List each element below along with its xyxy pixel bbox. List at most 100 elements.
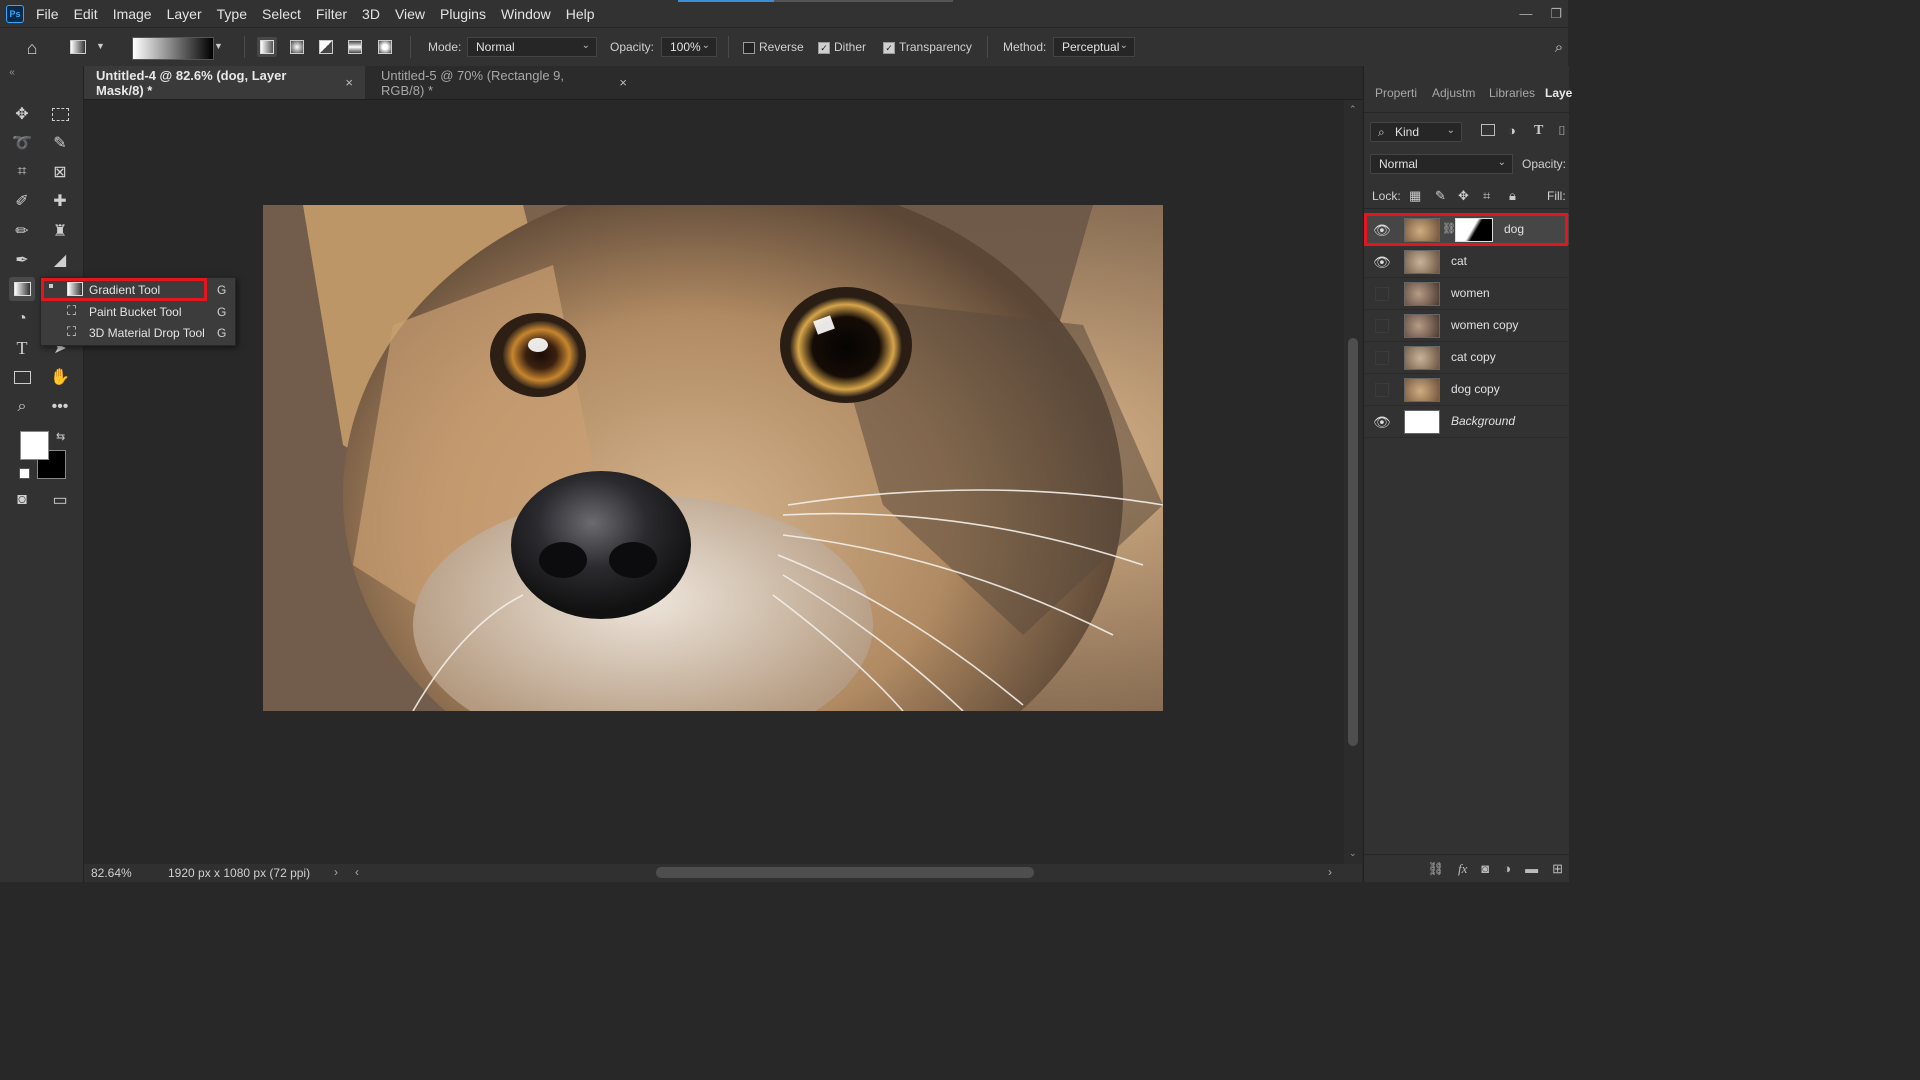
tab-untitled-5[interactable]: Untitled-5 @ 70% (Rectangle 9, RGB/8) * … bbox=[369, 66, 639, 99]
menu-3d[interactable]: 3D bbox=[362, 6, 380, 22]
visibility-toggle[interactable] bbox=[1375, 319, 1389, 333]
history-brush-icon[interactable]: ✒ bbox=[9, 248, 35, 272]
hand-tool-icon[interactable]: ✋ bbox=[47, 365, 73, 389]
menu-file[interactable]: File bbox=[36, 6, 59, 22]
scroll-right-icon[interactable]: › bbox=[1328, 865, 1332, 879]
frame-tool-icon[interactable]: ⊠ bbox=[47, 160, 73, 184]
tab-layers[interactable]: Laye bbox=[1545, 86, 1572, 100]
menu-window[interactable]: Window bbox=[501, 6, 551, 22]
filter-shape-layer-icon[interactable]: ⌷ bbox=[1558, 123, 1566, 139]
quick-selection-icon[interactable]: ✎ bbox=[47, 131, 73, 155]
home-icon[interactable]: ⌂ bbox=[20, 37, 44, 59]
kind-filter-select[interactable]: ⌕ Kind ⌄ bbox=[1370, 122, 1462, 142]
tab-adjustments[interactable]: Adjustm bbox=[1432, 86, 1475, 100]
document-image-dog[interactable] bbox=[263, 205, 1163, 711]
crop-tool-icon[interactable]: ⌗ bbox=[9, 160, 35, 184]
type-tool-icon[interactable]: T bbox=[9, 336, 35, 360]
scroll-left-icon[interactable]: ‹ bbox=[355, 865, 359, 879]
zoom-level[interactable]: 82.64% bbox=[91, 866, 132, 880]
lock-all-icon[interactable]: 🔒︎ bbox=[1509, 188, 1516, 204]
adjustment-layer-icon[interactable]: ◑ bbox=[1503, 861, 1511, 876]
reflected-gradient-icon[interactable] bbox=[345, 37, 365, 57]
visibility-toggle[interactable] bbox=[1375, 351, 1389, 365]
swap-colors-icon[interactable]: ⇆ bbox=[56, 430, 65, 443]
lasso-tool-icon[interactable]: ➰ bbox=[9, 131, 35, 155]
menu-help[interactable]: Help bbox=[566, 6, 595, 22]
default-colors-icon[interactable] bbox=[19, 468, 30, 479]
blend-mode-select[interactable]: Normal ⌄ bbox=[1370, 154, 1513, 174]
gradient-picker-chevron-down-icon[interactable]: ▼ bbox=[214, 41, 223, 51]
tool-preset-icon[interactable] bbox=[68, 38, 88, 56]
lock-position-icon[interactable]: ✥ bbox=[1458, 188, 1469, 204]
layer-row-women[interactable]: women bbox=[1365, 278, 1569, 310]
collapse-toolbar-icon[interactable]: « bbox=[2, 66, 22, 78]
layer-row-cat[interactable]: 👁︎ cat bbox=[1365, 246, 1569, 278]
new-group-icon[interactable]: ▬ bbox=[1525, 861, 1538, 876]
move-tool-icon[interactable]: ✥ bbox=[9, 102, 35, 126]
fx-icon[interactable]: fx bbox=[1458, 861, 1467, 877]
dither-checkbox[interactable]: ✓ bbox=[818, 42, 830, 54]
more-tools-icon[interactable]: ••• bbox=[47, 395, 73, 419]
lock-image-pixels-icon[interactable]: ✎ bbox=[1435, 188, 1446, 204]
radial-gradient-icon[interactable] bbox=[287, 37, 307, 57]
search-icon[interactable]: ⌕ bbox=[1550, 37, 1568, 57]
layer-row-women-copy[interactable]: women copy bbox=[1365, 310, 1569, 342]
vertical-scrollbar-thumb[interactable] bbox=[1348, 338, 1358, 746]
layer-row-background[interactable]: 👁︎ Background bbox=[1365, 406, 1569, 438]
menu-plugins[interactable]: Plugins bbox=[440, 6, 486, 22]
scroll-down-icon[interactable]: ⌄ bbox=[1349, 848, 1357, 859]
lock-transparent-pixels-icon[interactable]: ▦ bbox=[1409, 188, 1421, 204]
close-icon[interactable]: × bbox=[345, 75, 353, 90]
flyout-item-paint-bucket-tool[interactable]: ⛶ Paint Bucket Tool G bbox=[41, 301, 235, 322]
filter-adjustment-layer-icon[interactable]: ◑ bbox=[1508, 123, 1516, 138]
menu-select[interactable]: Select bbox=[262, 6, 301, 22]
minimize-icon[interactable]: — bbox=[1519, 6, 1532, 22]
layer-row-cat-copy[interactable]: cat copy bbox=[1365, 342, 1569, 374]
healing-brush-icon[interactable]: ✚ bbox=[47, 189, 73, 213]
menu-filter[interactable]: Filter bbox=[316, 6, 347, 22]
restore-icon[interactable]: ❐ bbox=[1550, 6, 1562, 22]
gradient-preview[interactable] bbox=[132, 37, 214, 60]
zoom-tool-icon[interactable]: ⌕ bbox=[9, 395, 35, 419]
horizontal-scrollbar-thumb[interactable] bbox=[656, 867, 1034, 878]
eye-visibility-icon[interactable]: 👁︎ bbox=[1373, 414, 1391, 430]
eyedropper-icon[interactable]: ✐ bbox=[9, 189, 35, 213]
eraser-icon[interactable]: ◢ bbox=[47, 248, 73, 272]
lock-artboard-icon[interactable]: ⌗ bbox=[1483, 188, 1490, 204]
quick-mask-icon[interactable]: ◙ bbox=[9, 488, 35, 512]
menu-edit[interactable]: Edit bbox=[74, 6, 98, 22]
method-select[interactable]: Perceptual ⌄ bbox=[1053, 37, 1135, 57]
layer-row-dog-copy[interactable]: dog copy bbox=[1365, 374, 1569, 406]
eye-visibility-icon[interactable]: 👁︎ bbox=[1373, 254, 1391, 270]
diamond-gradient-icon[interactable] bbox=[375, 37, 395, 57]
tab-libraries[interactable]: Libraries bbox=[1489, 86, 1535, 100]
visibility-toggle[interactable] bbox=[1375, 287, 1389, 301]
tool-preset-chevron-down-icon[interactable]: ▼ bbox=[96, 41, 105, 51]
gradient-tool-icon[interactable] bbox=[9, 277, 35, 301]
menu-layer[interactable]: Layer bbox=[167, 6, 202, 22]
mode-select[interactable]: Normal ⌄ bbox=[467, 37, 597, 57]
scroll-up-icon[interactable]: ⌃ bbox=[1349, 104, 1357, 115]
opacity-input[interactable]: 100% ⌄ bbox=[661, 37, 717, 57]
clone-stamp-icon[interactable]: ♜ bbox=[47, 219, 73, 243]
reverse-checkbox[interactable] bbox=[743, 42, 755, 54]
angle-gradient-icon[interactable] bbox=[316, 37, 336, 57]
foreground-color-swatch[interactable] bbox=[20, 431, 49, 460]
add-mask-icon[interactable]: ◙ bbox=[1481, 861, 1489, 876]
vertical-scrollbar[interactable]: ⌃ ⌄ bbox=[1344, 100, 1362, 864]
tab-properties[interactable]: Properti bbox=[1375, 86, 1417, 100]
status-expand-icon[interactable]: › bbox=[334, 865, 338, 879]
link-layers-icon[interactable]: ⛓ bbox=[1427, 861, 1444, 877]
menu-type[interactable]: Type bbox=[217, 6, 247, 22]
menu-image[interactable]: Image bbox=[113, 6, 152, 22]
transparency-checkbox[interactable]: ✓ bbox=[883, 42, 895, 54]
linear-gradient-icon[interactable] bbox=[257, 37, 277, 57]
flyout-item-3d-material-drop-tool[interactable]: ⛶ 3D Material Drop Tool G bbox=[41, 322, 235, 343]
brush-tool-icon[interactable]: ✏ bbox=[9, 219, 35, 243]
close-icon[interactable]: × bbox=[619, 75, 627, 90]
screen-mode-icon[interactable]: ▭ bbox=[47, 488, 73, 512]
rectangular-marquee-icon[interactable] bbox=[47, 102, 73, 126]
filter-type-layer-icon[interactable]: T bbox=[1534, 123, 1543, 139]
blur-tool-icon[interactable]: ◔ bbox=[9, 307, 35, 331]
filter-pixel-layer-icon[interactable] bbox=[1481, 124, 1495, 136]
